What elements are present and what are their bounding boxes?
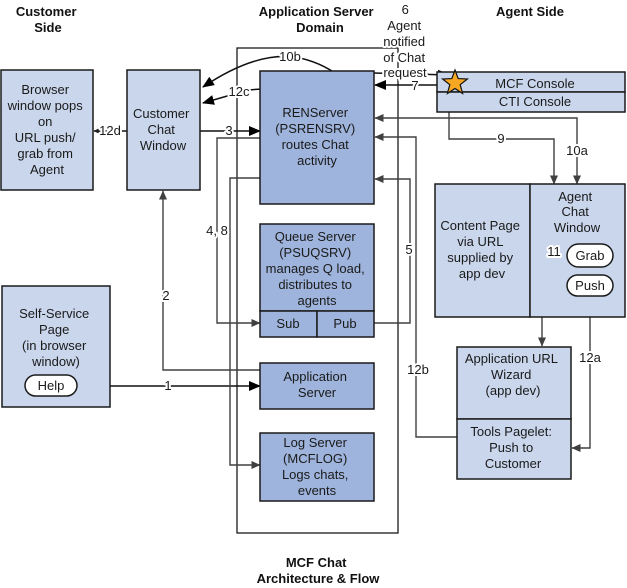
flow-label-10a: 10a xyxy=(566,143,588,158)
ren-server-line: activity xyxy=(297,153,337,168)
agent-chat-window-line: Chat xyxy=(561,204,589,219)
app-url-wizard-node: Application URL Wizard (app dev) xyxy=(456,346,572,420)
ren-server-node: RENServer (PSRENSRV) routes Chat activit… xyxy=(259,70,375,205)
browser-window-line: grab from xyxy=(17,146,73,161)
app-url-wizard-line: Application URL xyxy=(465,351,558,366)
queue-server-line: distributes to xyxy=(278,277,352,292)
content-page-line: Content Page xyxy=(440,218,520,233)
flow-label-12b: 12b xyxy=(407,362,429,377)
browser-window-line: window pops xyxy=(7,98,84,113)
customer-side-header-line: Side xyxy=(34,20,61,35)
agent-chat-window-node: Agent Chat Window Grab Push xyxy=(529,183,626,318)
application-server-node: Application Server xyxy=(259,362,375,410)
queue-server-line: agents xyxy=(297,293,337,308)
self-service-page-line: Self-Service xyxy=(19,306,89,321)
self-service-page-line: (in browser xyxy=(22,338,87,353)
tools-pagelet-line: Customer xyxy=(485,456,542,471)
flow-label-5: 5 xyxy=(405,242,412,257)
content-page-line: app dev xyxy=(459,266,506,281)
grab-button: Grab xyxy=(566,243,614,268)
tools-pagelet-line: Push to xyxy=(489,440,533,455)
help-button: Help xyxy=(24,374,78,397)
diagram-title-line: Architecture & Flow xyxy=(257,571,381,586)
queue-server-node: Queue Server (PSUQSRV) manages Q load, d… xyxy=(259,223,375,338)
log-server-node: Log Server (MCFLOG) Logs chats, events xyxy=(259,432,375,502)
queue-server-line: Queue Server xyxy=(275,229,357,244)
sub-port-label: Sub xyxy=(276,316,299,331)
customer-chat-window-line: Window xyxy=(140,138,187,153)
customer-side-header-line: Customer xyxy=(16,4,77,19)
log-server-line: Log Server xyxy=(283,435,347,450)
application-server-line: Application xyxy=(283,369,347,384)
flow-label-11: 11 xyxy=(547,244,561,259)
queue-server-line: manages Q load, xyxy=(266,261,365,276)
content-page-node: Content Page via URL supplied by app dev xyxy=(434,183,531,318)
flow-label-6-line: of Chat xyxy=(383,50,425,65)
self-service-page-line: Page xyxy=(39,322,69,337)
diagram-title-line: MCF Chat xyxy=(286,555,347,570)
app-url-wizard-line: (app dev) xyxy=(486,383,541,398)
log-server-line: events xyxy=(298,483,337,498)
flow-label-12c: 12c xyxy=(229,84,250,99)
browser-window-line: URL push/ xyxy=(15,130,76,145)
agent-chat-window-line: Agent xyxy=(558,189,592,204)
flow-label-6-line: 6 xyxy=(402,2,409,17)
application-server-line: Server xyxy=(298,385,337,400)
help-button-label: Help xyxy=(38,378,65,393)
push-button-label: Push xyxy=(575,278,605,293)
customer-chat-window-line: Customer xyxy=(133,106,190,121)
console-node: MCF Console CTI Console xyxy=(436,71,626,113)
flow-label-12d: 12d xyxy=(99,123,121,138)
log-server-line: Logs chats, xyxy=(282,467,349,482)
cti-console-label: CTI Console xyxy=(499,94,571,109)
flow-label-6-line: Agent xyxy=(387,18,421,33)
browser-window-line: Browser xyxy=(21,82,69,97)
flow-label-1: 1 xyxy=(164,378,171,393)
grab-button-label: Grab xyxy=(576,248,605,263)
ren-server-line: (PSRENSRV) xyxy=(275,121,355,136)
push-button: Push xyxy=(566,274,614,297)
flow-label-3: 3 xyxy=(225,123,232,138)
content-page-line: supplied by xyxy=(447,250,513,265)
ren-server-line: routes Chat xyxy=(282,137,350,152)
pub-port-label: Pub xyxy=(333,316,356,331)
browser-window-line: on xyxy=(38,114,52,129)
customer-chat-window-line: Chat xyxy=(147,122,175,137)
log-server-line: (MCFLOG) xyxy=(283,451,347,466)
flow-label-2: 2 xyxy=(162,288,169,303)
agent-chat-window-line: Window xyxy=(554,220,601,235)
app-server-domain-header-line: Domain xyxy=(296,20,344,35)
browser-window-node: Browser window pops on URL push/ grab fr… xyxy=(0,69,94,191)
tools-pagelet-line: Tools Pagelet: xyxy=(470,424,552,439)
agent-side-header-line: Agent Side xyxy=(496,4,564,19)
flow-label-4-8: 4, 8 xyxy=(206,223,228,238)
tools-pagelet-node: Tools Pagelet: Push to Customer xyxy=(456,418,572,480)
self-service-page-node: Self-Service Page (in browser window) He… xyxy=(1,285,111,408)
flow-label-7: 7 xyxy=(411,78,418,93)
flow-label-6-line: notified xyxy=(383,34,425,49)
mcf-chat-architecture-diagram: Customer Side Application Server Domain … xyxy=(0,0,627,588)
flow-label-6-line: request xyxy=(383,65,427,80)
self-service-page-line: window) xyxy=(31,354,80,369)
flow-label-9: 9 xyxy=(497,131,504,146)
content-page-line: via URL xyxy=(457,234,503,249)
app-server-domain-header-line: Application Server xyxy=(259,4,374,19)
customer-chat-window-node: Customer Chat Window xyxy=(126,69,201,191)
app-url-wizard-line: Wizard xyxy=(491,367,531,382)
flow-label-12a: 12a xyxy=(579,350,601,365)
browser-window-line: Agent xyxy=(30,162,64,177)
flow-label-10b: 10b xyxy=(279,49,301,64)
queue-server-line: (PSUQSRV) xyxy=(279,245,351,260)
agent-side-header: Agent Side xyxy=(496,4,564,19)
mcf-console-label: MCF Console xyxy=(495,76,574,91)
ren-server-line: RENServer xyxy=(282,105,348,120)
